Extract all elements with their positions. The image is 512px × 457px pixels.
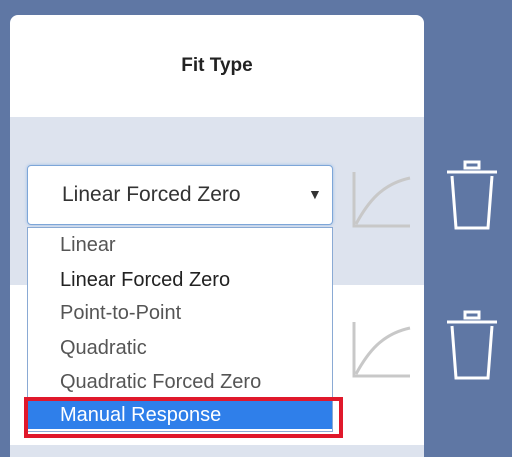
fit-type-select[interactable]: Linear Forced Zero ▼: [27, 165, 333, 225]
annotation-highlight-box: [24, 397, 343, 438]
trash-icon[interactable]: [445, 160, 499, 230]
option-label: Quadratic: [60, 337, 147, 359]
fit-type-select-value: Linear Forced Zero: [62, 183, 241, 206]
table-row: [10, 445, 424, 457]
option-label: Quadratic Forced Zero: [60, 371, 262, 393]
option-label: Linear: [60, 234, 116, 256]
curve-chart-icon[interactable]: [350, 168, 414, 230]
option-quadratic[interactable]: Quadratic: [28, 336, 332, 360]
fit-type-header: Fit Type: [10, 15, 424, 117]
option-quadratic-forced-zero[interactable]: Quadratic Forced Zero: [28, 370, 332, 394]
option-label: Linear Forced Zero: [60, 269, 231, 291]
option-linear-forced-zero[interactable]: Linear Forced Zero: [28, 268, 332, 292]
option-point-to-point[interactable]: Point-to-Point: [28, 301, 332, 325]
trash-icon[interactable]: [445, 310, 499, 380]
curve-chart-icon[interactable]: [350, 318, 414, 380]
option-linear[interactable]: Linear: [28, 233, 332, 257]
fit-type-title: Fit Type: [181, 55, 253, 76]
chevron-down-icon: ▼: [308, 186, 322, 202]
option-label: Point-to-Point: [60, 302, 182, 324]
